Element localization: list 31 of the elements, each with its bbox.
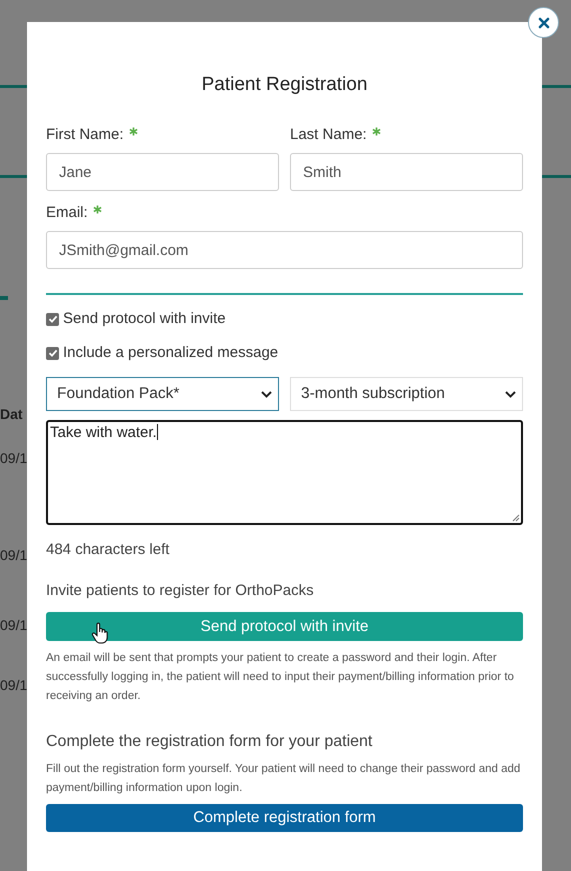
close-icon bbox=[538, 16, 550, 28]
section-heading: Complete the registration form for your patient bbox=[46, 732, 374, 752]
dropdown[interactable]: Foundation Pack* bbox=[46, 377, 279, 411]
input-field[interactable]: Smith bbox=[290, 153, 523, 191]
input-field[interactable]: JSmith@gmail.com bbox=[46, 231, 523, 269]
invite-description: An email will be sent that prompts your patient to create a password and their login. After successfully logging in, the patient will need to input their payment/billing information prior to receiving an order. bbox=[46, 651, 515, 704]
field-label: Email: bbox=[46, 203, 88, 223]
message-field[interactable]: Take with water. bbox=[46, 420, 523, 525]
checkbox[interactable] bbox=[46, 312, 59, 326]
chevron-icon bbox=[261, 390, 272, 398]
field-label: First Name: bbox=[46, 125, 124, 145]
character-counter: 484 characters left bbox=[46, 540, 170, 560]
checkbox-label: Include a personalized message bbox=[63, 343, 278, 363]
dialog-title: Patient Registration bbox=[200, 73, 368, 97]
field-label: Last Name: bbox=[290, 125, 367, 145]
close-button[interactable] bbox=[528, 7, 559, 38]
section-heading: Invite patients to register for OrthoPacks bbox=[46, 581, 315, 601]
table-cell: 09/1 bbox=[0, 450, 27, 466]
input-field[interactable]: Jane bbox=[46, 153, 279, 191]
table-cell: 09/1 bbox=[0, 547, 27, 563]
hand-cursor-icon bbox=[91, 622, 109, 644]
checkbox[interactable] bbox=[46, 346, 59, 360]
table-cell: 09/1 bbox=[0, 617, 27, 633]
column-header: Dat bbox=[0, 406, 23, 422]
chevron-icon bbox=[505, 390, 516, 398]
dropdown[interactable]: 3-month subscription bbox=[290, 377, 523, 411]
complete-registration-button[interactable]: Complete registration form bbox=[46, 804, 523, 832]
resize-icon bbox=[512, 514, 520, 522]
checkbox-label: Send protocol with invite bbox=[63, 309, 226, 329]
registration-description: Fill out the registration form yourself. Your patient will need to change their password and add payment/billing information upon login. bbox=[46, 762, 522, 796]
table-cell: 09/1 bbox=[0, 677, 27, 693]
